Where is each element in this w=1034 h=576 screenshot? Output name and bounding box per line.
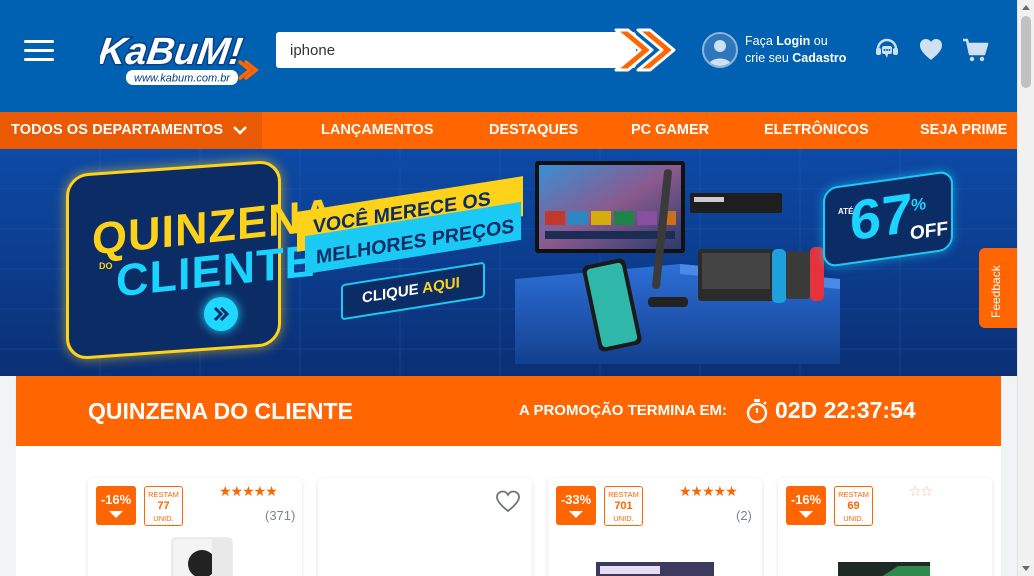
logo-url: www.kabum.com.br <box>134 73 231 85</box>
promo-timer: 02D 22:37:54 <box>775 397 916 423</box>
nav-link-pc-gamer[interactable]: PC GAMER <box>631 122 709 138</box>
discount-badge: -33% <box>556 486 596 525</box>
rating-stars-empty: ☆☆ <box>909 484 933 500</box>
promo-ends-label: A PROMOÇÃO TERMINA EM: <box>519 402 728 419</box>
product-card[interactable]: -16% RESTAM 77 UNID. ★★★★★ (371) <box>88 478 302 576</box>
stock-count: 77 <box>157 500 170 512</box>
heart-icon[interactable] <box>917 36 945 64</box>
chevron-down-icon <box>233 126 247 135</box>
stock-badge: RESTAM 77 UNID. <box>144 486 183 526</box>
scroll-up-arrow-icon[interactable] <box>1022 5 1030 10</box>
product-image <box>171 537 233 576</box>
product-card[interactable] <box>318 478 532 576</box>
product-card[interactable]: -16% RESTAM 69 UNID. ☆☆ <box>778 478 992 576</box>
banner-title-do: DO <box>99 261 113 271</box>
stock-label-bottom: UNID. <box>843 514 864 523</box>
stock-badge: RESTAM 701 UNID. <box>604 486 643 526</box>
stock-label-bottom: UNID. <box>613 514 634 523</box>
product-image <box>838 562 930 576</box>
arrow-down-icon <box>569 511 583 518</box>
page-scrollbar[interactable] <box>1017 0 1034 576</box>
banner-discount-sign: % <box>911 193 927 216</box>
stock-count: 69 <box>847 500 860 512</box>
play-icon <box>204 297 238 331</box>
stock-label-top: RESTAM <box>608 490 639 499</box>
product-image <box>596 562 714 576</box>
menu-icon[interactable] <box>24 40 54 62</box>
promo-strip: QUINZENA DO CLIENTE A PROMOÇÃO TERMINA E… <box>16 376 1001 446</box>
arrow-down-icon <box>109 511 123 518</box>
logo-wordmark: KaBuM! <box>100 30 245 73</box>
login-link[interactable]: Login <box>776 34 810 48</box>
review-count: (2) <box>736 508 752 523</box>
scroll-thumb[interactable] <box>1021 16 1031 88</box>
signup-prefix: crie seu <box>745 51 793 65</box>
user-login-text: Faça Login ou crie seu Cadastro <box>745 33 865 67</box>
support-chat-icon[interactable] <box>873 36 901 64</box>
user-avatar-icon <box>702 32 738 68</box>
discount-badge: -16% <box>96 486 136 525</box>
feedback-tab[interactable]: Feedback <box>979 248 1017 328</box>
stock-label-top: RESTAM <box>148 490 179 499</box>
login-suffix: ou <box>810 34 828 48</box>
search-input[interactable] <box>290 40 610 60</box>
feedback-label: Feedback <box>989 265 1003 318</box>
nav-link-seja-prime[interactable]: SEJA PRIME <box>920 122 1007 138</box>
banner-discount-value: 67 <box>850 180 913 253</box>
cart-icon[interactable] <box>961 36 989 64</box>
departments-label: TODOS OS DEPARTAMENTOS <box>11 122 224 138</box>
heart-outline-icon[interactable] <box>495 490 521 514</box>
product-card[interactable]: -33% RESTAM 701 UNID. ★★★★★ (2) <box>548 478 762 576</box>
login-prefix: Faça <box>745 34 777 48</box>
search-button[interactable] <box>612 26 676 74</box>
page: KaBuM! www.kabum.com.br Faç <box>0 0 1017 576</box>
nav-link-lancamentos[interactable]: LANÇAMENTOS <box>321 122 434 138</box>
stopwatch-icon <box>746 399 768 424</box>
search-arrow-icon <box>614 28 676 72</box>
scroll-down-arrow-icon[interactable] <box>1022 566 1030 571</box>
discount-text: -16% <box>100 492 132 507</box>
signup-link[interactable]: Cadastro <box>792 51 846 65</box>
stock-count: 701 <box>614 500 633 512</box>
arrow-down-icon <box>799 511 813 518</box>
search-bar <box>276 32 636 68</box>
review-count: (371) <box>265 508 296 523</box>
site-header: KaBuM! www.kabum.com.br Faç <box>0 0 1017 112</box>
kabum-logo[interactable]: KaBuM! www.kabum.com.br <box>94 28 262 88</box>
departments-menu[interactable]: TODOS OS DEPARTAMENTOS <box>0 112 262 149</box>
nav-link-destaques[interactable]: DESTAQUES <box>489 122 578 138</box>
discount-text: -33% <box>560 492 592 507</box>
rating-stars: ★★★★★ <box>679 484 738 500</box>
discount-text: -16% <box>790 492 822 507</box>
nav-link-eletronicos[interactable]: ELETRÔNICOS <box>764 122 869 138</box>
stock-badge: RESTAM 69 UNID. <box>834 486 873 526</box>
main-nav: TODOS OS DEPARTAMENTOS LANÇAMENTOS DESTA… <box>0 112 1017 149</box>
promo-title: QUINZENA DO CLIENTE <box>88 398 353 424</box>
user-account[interactable]: Faça Login ou crie seu Cadastro <box>702 32 862 70</box>
stock-label-top: RESTAM <box>838 490 869 499</box>
promo-banner[interactable]: QUINZENA DO CLIENTE VOCÊ MERECE OS MELHO… <box>0 149 1017 376</box>
rating-stars: ★★★★★ <box>219 484 278 500</box>
discount-badge: -16% <box>786 486 826 525</box>
stock-label-bottom: UNID. <box>153 514 174 523</box>
